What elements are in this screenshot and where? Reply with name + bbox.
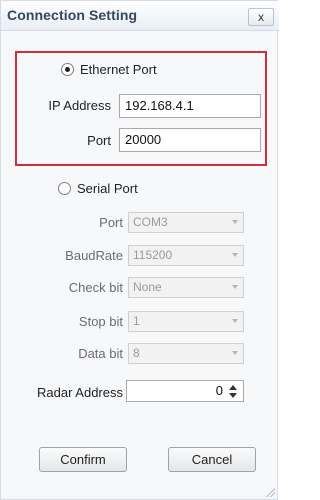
check-bit-value: None [133, 280, 162, 294]
serial-port-name-label: Port [99, 215, 123, 230]
ethernet-port-radio[interactable] [61, 63, 74, 76]
spin-down-icon[interactable] [229, 393, 237, 398]
dialog-title: Connection Setting [7, 7, 138, 23]
stop-bit-label: Stop bit [78, 314, 123, 329]
radar-address-value: 0 [215, 383, 223, 398]
chevron-down-icon [232, 319, 238, 323]
radar-address-spinbox[interactable]: 0 [126, 380, 244, 402]
serial-port-select[interactable]: COM3 [128, 212, 244, 233]
chevron-down-icon [232, 285, 238, 289]
chevron-down-icon [232, 220, 238, 224]
ethernet-port-number-input[interactable]: 20000 [119, 128, 261, 152]
stop-bit-select[interactable]: 1 [128, 311, 244, 332]
radar-address-label: Radar Address [37, 385, 123, 400]
spin-up-icon[interactable] [229, 385, 237, 390]
stop-bit-value: 1 [133, 314, 140, 328]
chevron-down-icon [232, 253, 238, 257]
baudrate-select[interactable]: 115200 [128, 245, 244, 266]
ip-address-input[interactable]: 192.168.4.1 [119, 94, 261, 118]
data-bit-value: 8 [133, 346, 140, 360]
baudrate-label: BaudRate [65, 248, 123, 263]
close-button[interactable]: x [248, 8, 274, 26]
ethernet-port-number-label: Port [87, 133, 111, 148]
data-bit-select[interactable]: 8 [128, 343, 244, 364]
data-bit-label: Data bit [78, 346, 123, 361]
cancel-button[interactable]: Cancel [168, 447, 256, 472]
baudrate-value: 115200 [133, 248, 173, 262]
title-bar: Connection Setting x [1, 1, 279, 31]
resize-grip-icon[interactable] [265, 487, 275, 497]
chevron-down-icon [232, 351, 238, 355]
serial-port-label: Serial Port [77, 181, 138, 196]
check-bit-select[interactable]: None [128, 277, 244, 298]
connection-setting-dialog: Connection Setting x Ethernet Port IP Ad… [0, 0, 279, 500]
check-bit-label: Check bit [68, 280, 123, 295]
ip-address-label: IP Address [48, 98, 111, 113]
confirm-button[interactable]: Confirm [39, 447, 127, 472]
serial-port-value: COM3 [133, 215, 168, 229]
serial-port-radio[interactable] [58, 182, 71, 195]
ethernet-port-label: Ethernet Port [80, 62, 157, 77]
